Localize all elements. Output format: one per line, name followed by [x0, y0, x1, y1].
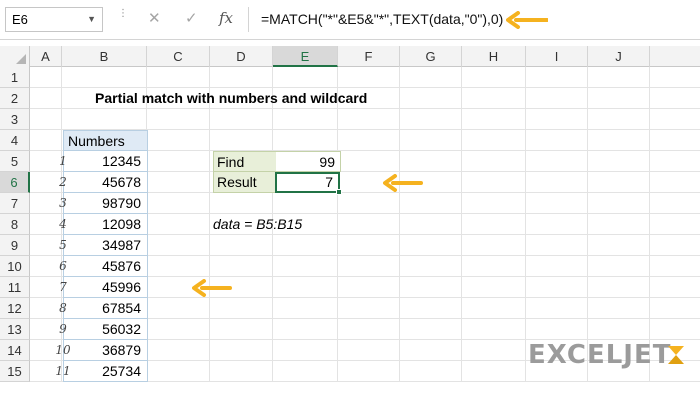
row-header-2[interactable]: 2 — [0, 88, 30, 109]
gridline-vertical — [461, 67, 462, 382]
row-header-9[interactable]: 9 — [0, 235, 30, 256]
row-header-15[interactable]: 15 — [0, 361, 30, 382]
insert-function-icon[interactable]: fx — [219, 9, 233, 27]
find-label[interactable]: Find — [213, 151, 278, 172]
result-arrow-icon — [383, 174, 423, 192]
find-value[interactable]: 99 — [276, 151, 341, 172]
row-index-annotation: 1 — [59, 154, 67, 168]
formula-arrow-icon — [506, 11, 548, 29]
row-index-annotation: 3 — [59, 196, 67, 210]
column-header-b[interactable]: B — [62, 46, 147, 67]
name-box-value: E6 — [12, 12, 28, 27]
row-index-annotation: 7 — [59, 280, 67, 294]
row-index-annotation: 5 — [59, 238, 67, 252]
row-header-8[interactable]: 8 — [0, 214, 30, 235]
formula-input[interactable]: =MATCH("*"&E5&"*",TEXT(data,"0"),0) — [248, 7, 700, 32]
gridline-vertical — [209, 67, 210, 382]
name-box[interactable]: E6 ▼ — [5, 7, 103, 32]
column-header-c[interactable]: C — [147, 46, 210, 67]
column-header-f[interactable]: F — [338, 46, 400, 67]
chevron-down-icon[interactable]: ▼ — [87, 8, 96, 31]
result-label[interactable]: Result — [213, 172, 278, 193]
row-index-annotation: 9 — [59, 322, 67, 336]
select-all-icon — [16, 54, 26, 64]
row-index-annotation: 8 — [59, 301, 67, 315]
row-header-3[interactable]: 3 — [0, 109, 30, 130]
exceljet-logo: EXCELJET — [528, 340, 672, 370]
row-index-annotation: 11 — [55, 364, 71, 378]
row-header-6[interactable]: 6 — [0, 172, 30, 193]
column-header-h[interactable]: H — [462, 46, 526, 67]
row-header-7[interactable]: 7 — [0, 193, 30, 214]
named-range-note: data = B5:B15 — [213, 216, 303, 232]
result-value-selected-cell[interactable]: 7 — [275, 172, 340, 193]
numbers-header[interactable]: Numbers — [63, 130, 148, 151]
formula-bar-grip-icon: ⋮ — [118, 8, 128, 19]
match-row-arrow-icon — [192, 279, 232, 297]
row-header-13[interactable]: 13 — [0, 319, 30, 340]
gridline-vertical — [587, 67, 588, 382]
gridline-vertical — [649, 67, 650, 382]
fill-handle[interactable] — [336, 189, 342, 195]
column-header-j[interactable]: J — [588, 46, 650, 67]
row-header-5[interactable]: 5 — [0, 151, 30, 172]
row-header-1[interactable]: 1 — [0, 67, 30, 88]
column-header-a[interactable]: A — [30, 46, 62, 67]
row-header-10[interactable]: 10 — [0, 256, 30, 277]
gridline-vertical — [337, 67, 338, 382]
select-all-button[interactable] — [0, 46, 30, 67]
formula-bar: E6 ▼ ⋮ ✕ ✓ fx =MATCH("*"&E5&"*",TEXT(dat… — [0, 0, 700, 40]
exceljet-logo-mark-icon — [668, 346, 684, 364]
row-header-11[interactable]: 11 — [0, 277, 30, 298]
cancel-icon[interactable]: ✕ — [148, 9, 161, 27]
column-header-d[interactable]: D — [210, 46, 273, 67]
column-header-g[interactable]: G — [400, 46, 462, 67]
gridline-vertical — [399, 67, 400, 382]
column-header-i[interactable]: I — [526, 46, 588, 67]
sheet-title: Partial match with numbers and wildcard — [95, 90, 368, 106]
row-index-annotation: 6 — [59, 259, 67, 273]
row-header-14[interactable]: 14 — [0, 340, 30, 361]
row-index-annotation: 10 — [55, 343, 71, 357]
gridline-vertical — [525, 67, 526, 382]
column-header-e[interactable]: E — [273, 46, 338, 67]
formula-text: =MATCH("*"&E5&"*",TEXT(data,"0"),0) — [261, 11, 504, 27]
row-header-4[interactable]: 4 — [0, 130, 30, 151]
enter-icon[interactable]: ✓ — [185, 9, 198, 27]
row-index-annotation: 2 — [59, 175, 67, 189]
row-header-12[interactable]: 12 — [0, 298, 30, 319]
row-index-annotation: 4 — [59, 217, 67, 231]
